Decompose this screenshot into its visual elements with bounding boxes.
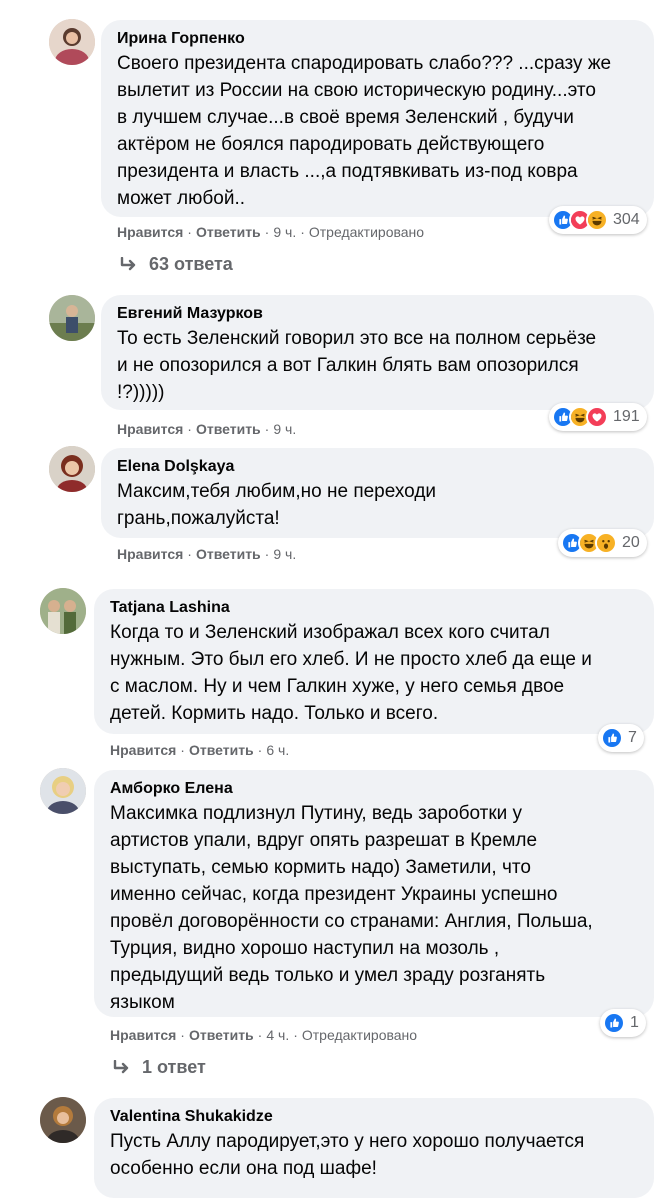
like-button[interactable]: Нравится <box>110 1027 176 1043</box>
like-icon <box>603 1012 625 1034</box>
reaction-summary[interactable]: 191 <box>549 403 647 431</box>
reaction-count: 20 <box>622 534 640 551</box>
reply-arrow-icon <box>120 256 136 270</box>
comment-text-line: провёл договорённости со странами: Англи… <box>110 911 593 932</box>
comment-bubble: Tatjana Lashina Когда то и Зеленский изо… <box>94 589 654 734</box>
comment-text-line: Максимка подлизнул Путину, ведь зароботк… <box>110 803 523 824</box>
like-button[interactable]: Нравится <box>117 421 183 437</box>
reaction-summary[interactable]: 7 <box>598 724 644 752</box>
separator: · <box>180 742 185 758</box>
replies-count: 1 ответ <box>142 1057 206 1077</box>
replies-count: 63 ответа <box>149 254 233 274</box>
comment-author[interactable]: Евгений Мазурков <box>117 303 640 325</box>
separator: · <box>257 742 263 758</box>
haha-icon <box>586 209 608 231</box>
avatar[interactable] <box>49 19 95 65</box>
separator: · <box>187 421 192 437</box>
separator: · <box>187 224 192 240</box>
like-button[interactable]: Нравится <box>117 224 183 240</box>
separator: · <box>257 1027 263 1043</box>
comment-actions: Нравится · Ответить · 9 ч. <box>117 420 296 438</box>
comment-bubble: Евгений Мазурков То есть Зеленский говор… <box>101 295 654 410</box>
comment-actions: Нравится · Ответить · 9 ч. <box>117 545 296 563</box>
timestamp[interactable]: 9 ч. <box>273 224 296 240</box>
comment-bubble: Ирина Горпенко Своего президента спароди… <box>101 20 654 217</box>
comment-actions: Нравится · Ответить · 6 ч. <box>110 741 289 759</box>
reaction-count: 1 <box>630 1014 639 1031</box>
comment-bubble: Elena Dolşkaya Максим,тебя любим,но не п… <box>101 448 654 538</box>
separator: · <box>300 224 305 240</box>
separator: · <box>264 224 270 240</box>
separator: · <box>180 1027 185 1043</box>
reply-arrow-icon <box>113 1059 129 1073</box>
avatar[interactable] <box>40 768 86 814</box>
comment-text-line: детей. Кормить надо. Только и всего. <box>110 703 439 724</box>
comment-text-line: артистов упали, вдруг опять разрешат в К… <box>110 830 538 851</box>
comment-text-line: языком <box>110 992 175 1013</box>
comment-author[interactable]: Амборко Елена <box>110 778 640 800</box>
comment-text-line: Когда то и Зеленский изображал всех кого… <box>110 622 550 643</box>
edited-label: Отредактировано <box>308 224 425 240</box>
reply-button[interactable]: Ответить <box>196 421 261 437</box>
reply-button[interactable]: Ответить <box>189 742 254 758</box>
avatar[interactable] <box>40 1097 86 1143</box>
comment-text-line: актёром не боялся пародировать действующ… <box>117 134 545 155</box>
comment-author[interactable]: Tatjana Lashina <box>110 597 640 619</box>
separator: · <box>264 421 270 437</box>
comment-actions: Нравится · Ответить · 4 ч. · Отредактировано <box>110 1026 417 1044</box>
comment-text-line: То есть Зеленский говорил это все на пол… <box>117 328 597 349</box>
view-replies-link[interactable]: 1 ответ <box>112 1057 206 1078</box>
reaction-summary[interactable]: 20 <box>558 529 647 557</box>
comment-author[interactable]: Valentina Shukakidze <box>110 1106 640 1128</box>
reaction-count: 304 <box>613 211 640 228</box>
reaction-count: 7 <box>628 729 637 746</box>
timestamp[interactable]: 9 ч. <box>273 421 296 437</box>
wow-icon <box>595 532 617 554</box>
view-replies-link[interactable]: 63 ответа <box>119 254 233 275</box>
comment-text-line: особенно если она под шафе! <box>110 1158 377 1179</box>
comment-text-line: именно сейчас, когда президент Украины у… <box>110 884 558 905</box>
reply-button[interactable]: Ответить <box>196 546 261 562</box>
avatar[interactable] <box>49 295 95 341</box>
comment-text-line: президента и власть ...,а подтявкивать и… <box>117 161 578 182</box>
reaction-summary[interactable]: 1 <box>600 1009 646 1037</box>
like-button[interactable]: Нравится <box>117 546 183 562</box>
avatar[interactable] <box>40 588 86 634</box>
edited-label: Отредактировано <box>301 1027 418 1043</box>
comment-text-line: нужным. Это был его хлеб. И не просто хл… <box>110 649 592 670</box>
like-button[interactable]: Нравится <box>110 742 176 758</box>
comment-text-line: предыдущий ведь только и умел зраду розг… <box>110 965 546 986</box>
comment-author[interactable]: Ирина Горпенко <box>117 28 640 50</box>
comment-text-line: в лучшем случае...в своё время Зеленский… <box>117 107 574 128</box>
comment-text-line: вылетит из России на свою историческую р… <box>117 80 596 101</box>
comment-text-line: с маслом. Ну и чем Галкин хуже, у него с… <box>110 676 565 697</box>
timestamp[interactable]: 9 ч. <box>273 546 296 562</box>
comment-actions: Нравится · Ответить · 9 ч. · Отредактировано <box>117 223 424 241</box>
comment-text-line: Турция, видно хорошо наступил на мозоль … <box>110 938 500 959</box>
comment-text-line: выступать, семью кормить надо) Заметили,… <box>110 857 531 878</box>
separator: · <box>264 546 270 562</box>
comment-text-line: Максим,тебя любим,но не переходи <box>117 481 437 502</box>
reaction-summary[interactable]: 304 <box>549 206 647 234</box>
comment-bubble: Амборко Елена Максимка подлизнул Путину,… <box>94 770 654 1017</box>
love-icon <box>586 406 608 428</box>
comment-text-line: грань,пожалуйста! <box>117 508 280 529</box>
comment-author[interactable]: Elena Dolşkaya <box>117 456 640 478</box>
timestamp[interactable]: 6 ч. <box>266 742 289 758</box>
timestamp[interactable]: 4 ч. <box>266 1027 289 1043</box>
comment-text-line: Своего президента спародировать слабо???… <box>117 53 612 74</box>
comment-text-line: и не опозорился а вот Галкин блять вам о… <box>117 355 579 376</box>
separator: · <box>293 1027 298 1043</box>
comment-text-line: Пусть Аллу пародирует,это у него хорошо … <box>110 1131 585 1152</box>
like-icon <box>601 727 623 749</box>
reply-button[interactable]: Ответить <box>189 1027 254 1043</box>
comment-bubble: Valentina Shukakidze Пусть Аллу пародиру… <box>94 1098 654 1198</box>
separator: · <box>187 546 192 562</box>
avatar[interactable] <box>49 446 95 492</box>
reaction-count: 191 <box>613 408 640 425</box>
comment-text-line: !?))))) <box>117 382 165 403</box>
reply-button[interactable]: Ответить <box>196 224 261 240</box>
